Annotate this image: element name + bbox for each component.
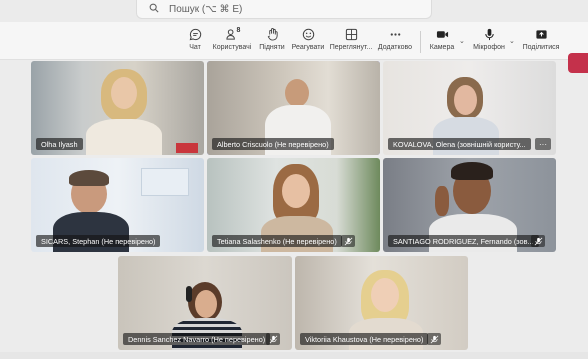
chat-icon: [189, 27, 202, 42]
person-body: [86, 119, 162, 155]
person-hand: [435, 186, 449, 216]
react-button[interactable]: Реагувати: [290, 27, 326, 57]
participant-tile-1[interactable]: Olha Ilyash: [31, 61, 204, 155]
people-icon: 8: [225, 27, 241, 42]
participant-name: Dennis Sanchez Navarro (Не перевірено): [123, 333, 271, 345]
raise-hand-label: Підняти: [259, 44, 285, 51]
participant-tile-4[interactable]: SICARS, Stephan (Не перевірено): [31, 158, 204, 252]
view-button[interactable]: Переглянут...: [329, 27, 373, 57]
participant-tile-2[interactable]: Alberto Criscuolo (Не перевірено): [207, 61, 380, 155]
person-hair: [451, 162, 493, 180]
person-face: [371, 278, 399, 312]
participant-tile-5[interactable]: Tetiana Salashenko (Не перевірено): [207, 158, 380, 252]
people-button[interactable]: 8 Користувачі: [210, 27, 254, 57]
muted-mic-icon: [427, 333, 441, 345]
muted-mic-icon: [266, 333, 280, 345]
participant-tile-6[interactable]: SANTIAGO RODRIGUEZ, Fernando (зов...: [383, 158, 556, 252]
grid-view-icon: [345, 27, 358, 42]
participant-name: SANTIAGO RODRIGUEZ, Fernando (зов...: [388, 235, 539, 247]
mic-label: Мікрофон: [473, 44, 505, 51]
person-face: [282, 174, 310, 208]
person-face: [454, 85, 477, 115]
search-box[interactable]: Пошук (⌥ ⌘ E): [136, 0, 432, 19]
participant-name: Alberto Criscuolo (Не перевірено): [212, 138, 334, 150]
smile-icon: [302, 27, 315, 42]
tile-more-button[interactable]: ···: [535, 138, 551, 150]
person-face: [111, 77, 137, 109]
more-icon: [389, 27, 402, 42]
person-face: [195, 290, 217, 318]
share-label: Поділитися: [522, 44, 560, 51]
participant-tile-7[interactable]: Dennis Sanchez Navarro (Не перевірено): [118, 256, 292, 350]
headset-icon: [186, 286, 192, 302]
title-bar: Пошук (⌥ ⌘ E): [0, 0, 588, 22]
chat-button[interactable]: Чат: [181, 27, 209, 57]
person-hair: [69, 170, 109, 186]
meeting-toolbar: Чат 8 Користувачі Підняти Реагувати Пере…: [0, 22, 588, 73]
share-screen-icon: [535, 27, 548, 42]
muted-mic-icon: [341, 235, 355, 247]
camera-chevron-down-icon[interactable]: ⌄: [459, 37, 465, 45]
participant-name: Tetiana Salashenko (Не перевірено): [212, 235, 342, 247]
mic-button[interactable]: Мікрофон: [472, 27, 506, 57]
background-object: [176, 143, 198, 153]
camera-label: Камера: [429, 44, 455, 51]
participant-name: KOVALOVA, Olena (зовнішній користу...: [388, 138, 531, 150]
people-label: Користувачі: [212, 44, 252, 51]
muted-mic-icon: [531, 235, 545, 247]
participant-name: SICARS, Stephan (Не перевірено): [36, 235, 161, 247]
camera-button[interactable]: Камера: [428, 27, 456, 57]
background-banner: [141, 168, 189, 196]
more-label: Додатково: [377, 44, 413, 51]
toolbar-divider: [420, 31, 421, 53]
search-icon: [149, 3, 159, 16]
people-count: 8: [236, 27, 241, 34]
participant-name: Viktoriia Khaustova (Не перевірено): [300, 333, 429, 345]
chat-label: Чат: [189, 44, 201, 51]
view-label: Переглянут...: [329, 44, 373, 51]
participant-name: Olha Ilyash: [36, 138, 83, 150]
bottom-bar: [0, 352, 588, 359]
person-face: [285, 79, 309, 107]
microphone-icon: [483, 27, 496, 42]
share-button[interactable]: Поділитися: [521, 27, 561, 57]
raise-hand-button[interactable]: Підняти: [256, 27, 288, 57]
participant-tile-3[interactable]: KOVALOVA, Olena (зовнішній користу... ··…: [383, 61, 556, 155]
search-placeholder: Пошук (⌥ ⌘ E): [169, 3, 243, 15]
mic-chevron-down-icon[interactable]: ⌄: [509, 37, 515, 45]
raise-hand-icon: [266, 27, 279, 42]
more-button[interactable]: Додатково: [376, 27, 414, 57]
react-label: Реагувати: [291, 44, 325, 51]
camera-icon: [436, 27, 449, 42]
leave-button[interactable]: [568, 53, 588, 73]
participant-tile-8[interactable]: Viktoriia Khaustova (Не перевірено): [295, 256, 468, 350]
